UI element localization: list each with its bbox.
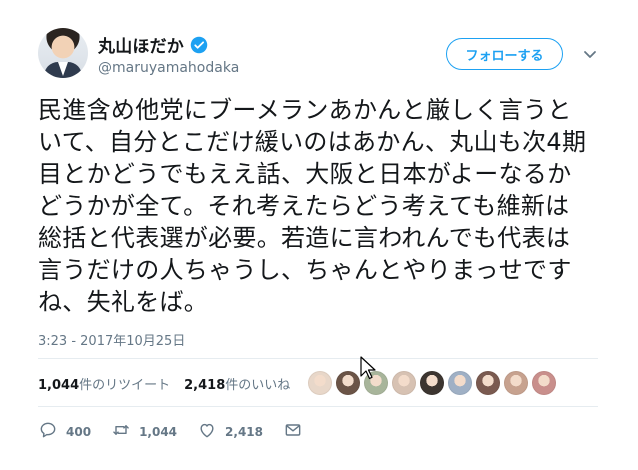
liker-avatar[interactable] <box>420 371 444 395</box>
likes-stat[interactable]: 2,418件のいいね <box>184 374 290 393</box>
verified-badge-icon <box>190 36 208 54</box>
user-handle[interactable]: @maruyamahodaka <box>98 60 239 76</box>
tweet-text: 民進含め他党にブーメランあかんと厳しく言うといて、自分とこだけ緩いのはあかん、丸… <box>38 96 587 316</box>
liker-avatars <box>308 371 556 395</box>
likes-label: 件のいいね <box>225 378 291 393</box>
retweets-stat[interactable]: 1,044件のリツイート <box>38 374 170 393</box>
liker-avatar[interactable] <box>532 371 556 395</box>
reply-button[interactable]: 400 <box>38 420 91 443</box>
like-button[interactable]: 2,418 <box>197 420 263 443</box>
likes-count: 2,418 <box>184 378 226 393</box>
heart-icon <box>197 420 217 443</box>
retweets-count: 1,044 <box>38 378 80 393</box>
reply-icon <box>38 420 58 443</box>
liker-avatar[interactable] <box>392 371 416 395</box>
tweet-card: 丸山ほだか @maruyamahodaka フォローする 民進含め他党にブーメラ… <box>0 0 638 470</box>
tweet-actions: 400 1,044 2,418 <box>38 420 323 443</box>
liker-avatar[interactable] <box>476 371 500 395</box>
follow-button[interactable]: フォローする <box>446 38 563 70</box>
retweet-button[interactable]: 1,044 <box>111 420 177 443</box>
liker-avatar[interactable] <box>448 371 472 395</box>
like-count: 2,418 <box>225 424 263 439</box>
tweet-stats: 1,044件のリツイート 2,418件のいいね <box>38 374 290 393</box>
name-row: 丸山ほだか <box>98 32 208 57</box>
direct-message-button[interactable] <box>283 420 303 443</box>
chevron-down-icon[interactable] <box>582 46 598 62</box>
retweets-label: 件のリツイート <box>79 378 171 393</box>
liker-avatar[interactable] <box>336 371 360 395</box>
retweet-icon <box>111 420 131 443</box>
liker-avatar[interactable] <box>308 371 332 395</box>
reply-count: 400 <box>66 424 92 439</box>
liker-avatar[interactable] <box>504 371 528 395</box>
tweet-timestamp[interactable]: 3:23 - 2017年10月25日 <box>38 330 185 349</box>
display-name[interactable]: 丸山ほだか <box>98 32 184 57</box>
envelope-icon <box>283 420 303 443</box>
divider <box>38 358 598 359</box>
divider <box>38 406 598 407</box>
avatar[interactable] <box>38 28 88 78</box>
retweet-count: 1,044 <box>139 424 178 439</box>
mouse-cursor-icon <box>360 356 376 380</box>
